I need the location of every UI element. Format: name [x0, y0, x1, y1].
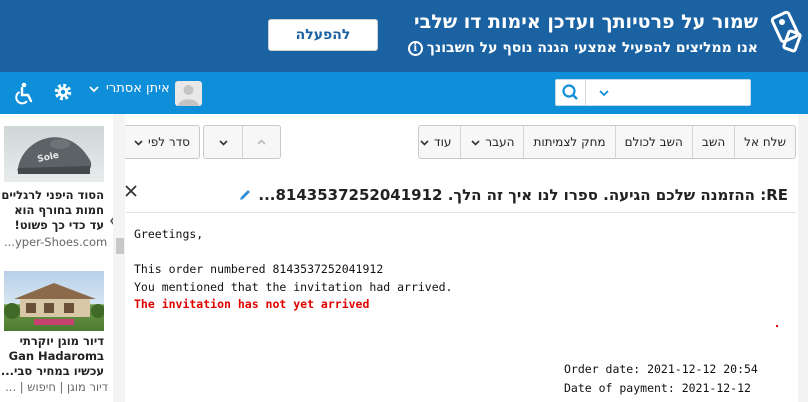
- gear-icon[interactable]: [52, 81, 74, 103]
- order-date: Order date: 2021-12-12 20:54: [564, 362, 758, 376]
- ad1-source[interactable]: ...yper-Shoes.com: [4, 235, 108, 249]
- ad1-headline[interactable]: הסוד היפני לרגליים חמות בחורף הוא עד כדי…: [0, 188, 104, 233]
- banner-subtitle: אנו ממליצים להפעיל אמצעי הגנה נוסף על חש…: [407, 40, 758, 56]
- sort-group: סדר לפי: [123, 125, 200, 159]
- ad2-headline[interactable]: דיור מוגן יוקרתי בGan Hadarom עכשיו במחי…: [0, 334, 104, 379]
- security-banner: שמור על פרטיותך ועדכן אימות דו שלבי אנו …: [0, 0, 808, 72]
- accessibility-icon[interactable]: [12, 81, 36, 105]
- reply-button[interactable]: השב: [691, 126, 734, 158]
- email-body: Greetings, This order numbered 814353725…: [134, 226, 453, 314]
- move-label: העבר: [485, 135, 515, 149]
- subject-text: RE: ההזמנה שלכם הגיעה. ספרו לנו איך זה ה…: [258, 186, 788, 204]
- ad-sidebar: Sole הסוד היפני לרגליים חמות בחורף הוא ע…: [0, 114, 108, 402]
- red-dot: [776, 325, 778, 327]
- payment-date: Date of payment: 2021-12-12: [564, 381, 751, 395]
- scrollbar-thumb[interactable]: [116, 238, 124, 254]
- shoe-image: Sole: [17, 137, 92, 174]
- house-image: [4, 283, 104, 325]
- sort-by-label: סדר לפי: [148, 135, 190, 149]
- keys-icon: [770, 10, 802, 53]
- avatar-icon: [178, 85, 199, 106]
- avatar[interactable]: [175, 81, 202, 106]
- email-subject: RE: ההזמנה שלכם הגיעה. ספרו לנו איך זה ה…: [238, 186, 788, 204]
- banner-title: שמור על פרטיותך ועדכן אימות דו שלבי: [414, 11, 758, 33]
- chevron-down-icon: [89, 85, 99, 92]
- highlight-line: The invitation has not yet arrived: [134, 297, 370, 311]
- nav-arrows: [203, 125, 281, 159]
- ad-image-shoes[interactable]: Sole: [4, 126, 104, 182]
- send-to-button[interactable]: שלח אל: [734, 126, 795, 158]
- close-icon[interactable]: [124, 184, 138, 198]
- banner-subtitle-text: אנו ממליצים להפעיל אמצעי הגנה נוסף על חש…: [426, 40, 758, 56]
- user-menu[interactable]: איתן אסתרי: [88, 81, 170, 96]
- pencil-icon[interactable]: [238, 188, 252, 202]
- subject-divider: [126, 212, 796, 213]
- message-scrollbar[interactable]: [113, 114, 125, 402]
- more-label: עוד: [434, 135, 452, 149]
- body-line: This order numbered 8143537252041912: [134, 262, 384, 276]
- sort-by-button[interactable]: סדר לפי: [124, 126, 199, 158]
- chevron-down-icon: [420, 139, 429, 146]
- chevron-down-icon[interactable]: [598, 87, 610, 99]
- chevron-up-icon: [257, 138, 266, 145]
- chevron-down-icon: [134, 139, 143, 146]
- search-box[interactable]: [555, 79, 751, 106]
- next-message-button[interactable]: [204, 126, 242, 158]
- move-button[interactable]: העבר: [460, 126, 523, 158]
- message-toolbar: שלח אל השב השב לכולם מחק לצמיתות העבר עו…: [418, 125, 796, 159]
- page-scrollbar[interactable]: [798, 114, 808, 402]
- user-name: איתן אסתרי: [106, 81, 170, 96]
- ad-image-house[interactable]: [4, 271, 104, 331]
- search-icon: [562, 84, 578, 100]
- activate-button[interactable]: להפעלה: [268, 19, 378, 51]
- chevron-down-icon: [218, 139, 228, 146]
- search-input[interactable]: [616, 82, 746, 103]
- body-line: [134, 244, 453, 262]
- delete-permanently-button[interactable]: מחק לצמיתות: [523, 126, 614, 158]
- info-icon: i: [407, 40, 423, 56]
- chevron-down-icon: [471, 139, 480, 146]
- mail-header: איתן אסתרי: [0, 72, 808, 114]
- ad2-source[interactable]: דיור מוגן | חיפוש | ...: [4, 380, 108, 394]
- reply-all-button[interactable]: השב לכולם: [614, 126, 692, 158]
- search-button[interactable]: [556, 80, 586, 105]
- body-line: Greetings,: [134, 227, 204, 241]
- more-button[interactable]: עוד: [410, 126, 460, 158]
- body-line: You mentioned that the invitation had ar…: [134, 279, 453, 294]
- previous-message-button[interactable]: [242, 126, 280, 158]
